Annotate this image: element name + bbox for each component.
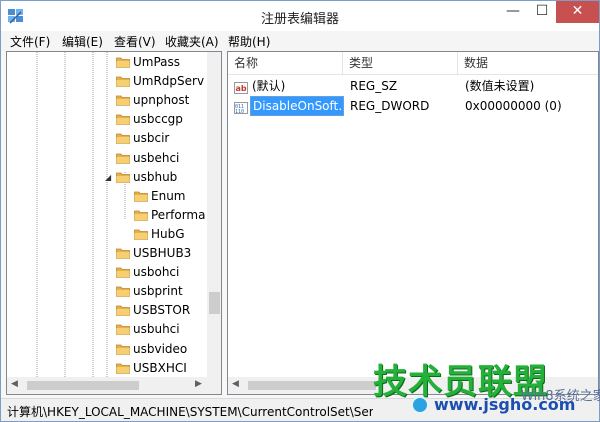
tree-item-label: HubG: [151, 226, 185, 241]
folder-icon: [116, 75, 130, 87]
value-row[interactable]: ab (默认) REG_SZ (数值未设置): [228, 76, 598, 96]
tree-item-label: UmPass: [133, 55, 181, 69]
tree-item-label: usbprint: [133, 284, 183, 299]
tree-horizontal-scrollbar[interactable]: ◀ ▶: [7, 377, 221, 394]
menu-favorites[interactable]: 收藏夹(A): [165, 33, 219, 50]
tree-item-label: Performa: [151, 207, 206, 222]
key-tree-pane[interactable]: UmPass UmRdpServ upnphost usbccgp usbcir usbe…: [6, 51, 222, 395]
folder-icon: [134, 228, 148, 240]
folder-icon: [116, 323, 130, 336]
header-divider: [228, 74, 598, 75]
list-hscroll-thumb[interactable]: [248, 381, 376, 390]
tree-item-label: usbehci: [133, 150, 180, 165]
tree-vertical-scrollbar[interactable]: [207, 52, 221, 377]
tree-item-label: usbohci: [133, 265, 180, 280]
tree-item-label: usbhub: [133, 169, 178, 184]
svg-text:110: 110: [235, 109, 244, 114]
menu-help[interactable]: 帮助(H): [228, 33, 270, 50]
title-bar[interactable]: 注册表编辑器 — ☐ ✕: [1, 1, 599, 31]
scroll-left-arrow-icon[interactable]: ◀: [232, 379, 239, 389]
collapse-arrow-icon[interactable]: ◢: [105, 168, 111, 187]
folder-icon: [134, 209, 148, 221]
minimize-button[interactable]: —: [498, 1, 528, 23]
folder-icon: [116, 171, 130, 183]
tree-item-label: USBHUB3: [133, 246, 192, 260]
watermark-badge-icon: [411, 396, 429, 414]
menu-bar: 文件(F) 编辑(E) 查看(V) 收藏夹(A) 帮助(H): [1, 31, 599, 51]
folder-icon: [116, 285, 130, 298]
column-header-type[interactable]: 类型: [343, 52, 458, 74]
value-data: (数值未设置): [465, 79, 535, 93]
tree-item-label: USBSTOR: [133, 303, 191, 318]
close-button[interactable]: ✕: [556, 1, 599, 23]
tree-item-label: usbvideo: [133, 341, 188, 356]
menu-file[interactable]: 文件(F): [10, 33, 50, 50]
tree-hscroll-thumb[interactable]: [27, 381, 139, 390]
folder-icon: [116, 266, 130, 278]
current-key-path: 计算机\HKEY_LOCAL_MACHINE\SYSTEM\CurrentCon…: [7, 405, 373, 419]
folder-icon: [116, 343, 130, 355]
menu-view[interactable]: 查看(V): [114, 33, 156, 50]
folder-icon: [116, 56, 130, 68]
regedit-window: 注册表编辑器 — ☐ ✕ 文件(F) 编辑(E) 查看(V) 收藏夹(A) 帮助…: [0, 0, 600, 422]
menu-edit[interactable]: 编辑(E): [62, 33, 103, 50]
value-list-pane[interactable]: 名称 类型 数据 ab (默认) REG_SZ (数值未设置) 011 110: [227, 51, 599, 395]
svg-text:ab: ab: [236, 84, 247, 93]
tree-item-label: UmRdpServ: [133, 74, 205, 89]
value-type: REG_SZ: [350, 79, 398, 93]
folder-icon: [116, 113, 130, 126]
folder-icon: [116, 152, 130, 164]
value-data: 0x00000000 (0): [465, 99, 562, 113]
tree-item-label: usbuhci: [133, 322, 180, 337]
tree-item-label: Enum: [151, 188, 186, 203]
value-name: (默认): [252, 79, 286, 93]
column-header-data[interactable]: 数据: [458, 52, 598, 74]
tree-vscroll-thumb[interactable]: [209, 292, 220, 314]
folder-icon: [116, 304, 130, 317]
folder-icon: [116, 132, 130, 145]
scroll-right-arrow-icon[interactable]: ▶: [195, 379, 202, 389]
tree-item-label: USBXHCI: [133, 360, 187, 375]
tree-item-label: upnphost: [133, 93, 190, 108]
scroll-left-arrow-icon[interactable]: ◀: [11, 379, 18, 389]
tree-item-label: usbcir: [133, 131, 170, 146]
binary-value-icon: 011 110: [234, 100, 248, 115]
folder-icon: [134, 190, 148, 202]
rename-value-input[interactable]: DisableOnSoft…: [250, 96, 344, 116]
folder-icon: [116, 247, 130, 259]
tree-item-label: usbccgp: [133, 112, 183, 127]
folder-icon: [116, 362, 130, 374]
value-type: REG_DWORD: [350, 99, 430, 113]
value-row[interactable]: 011 110 DisableOnSoft… REG_DWORD 0x00000…: [228, 96, 598, 116]
watermark-url: www.jsgho.com: [434, 395, 576, 414]
string-value-icon: ab: [234, 80, 248, 94]
maximize-button[interactable]: ☐: [528, 1, 556, 23]
folder-icon: [116, 94, 130, 107]
column-header-name[interactable]: 名称: [228, 52, 343, 74]
